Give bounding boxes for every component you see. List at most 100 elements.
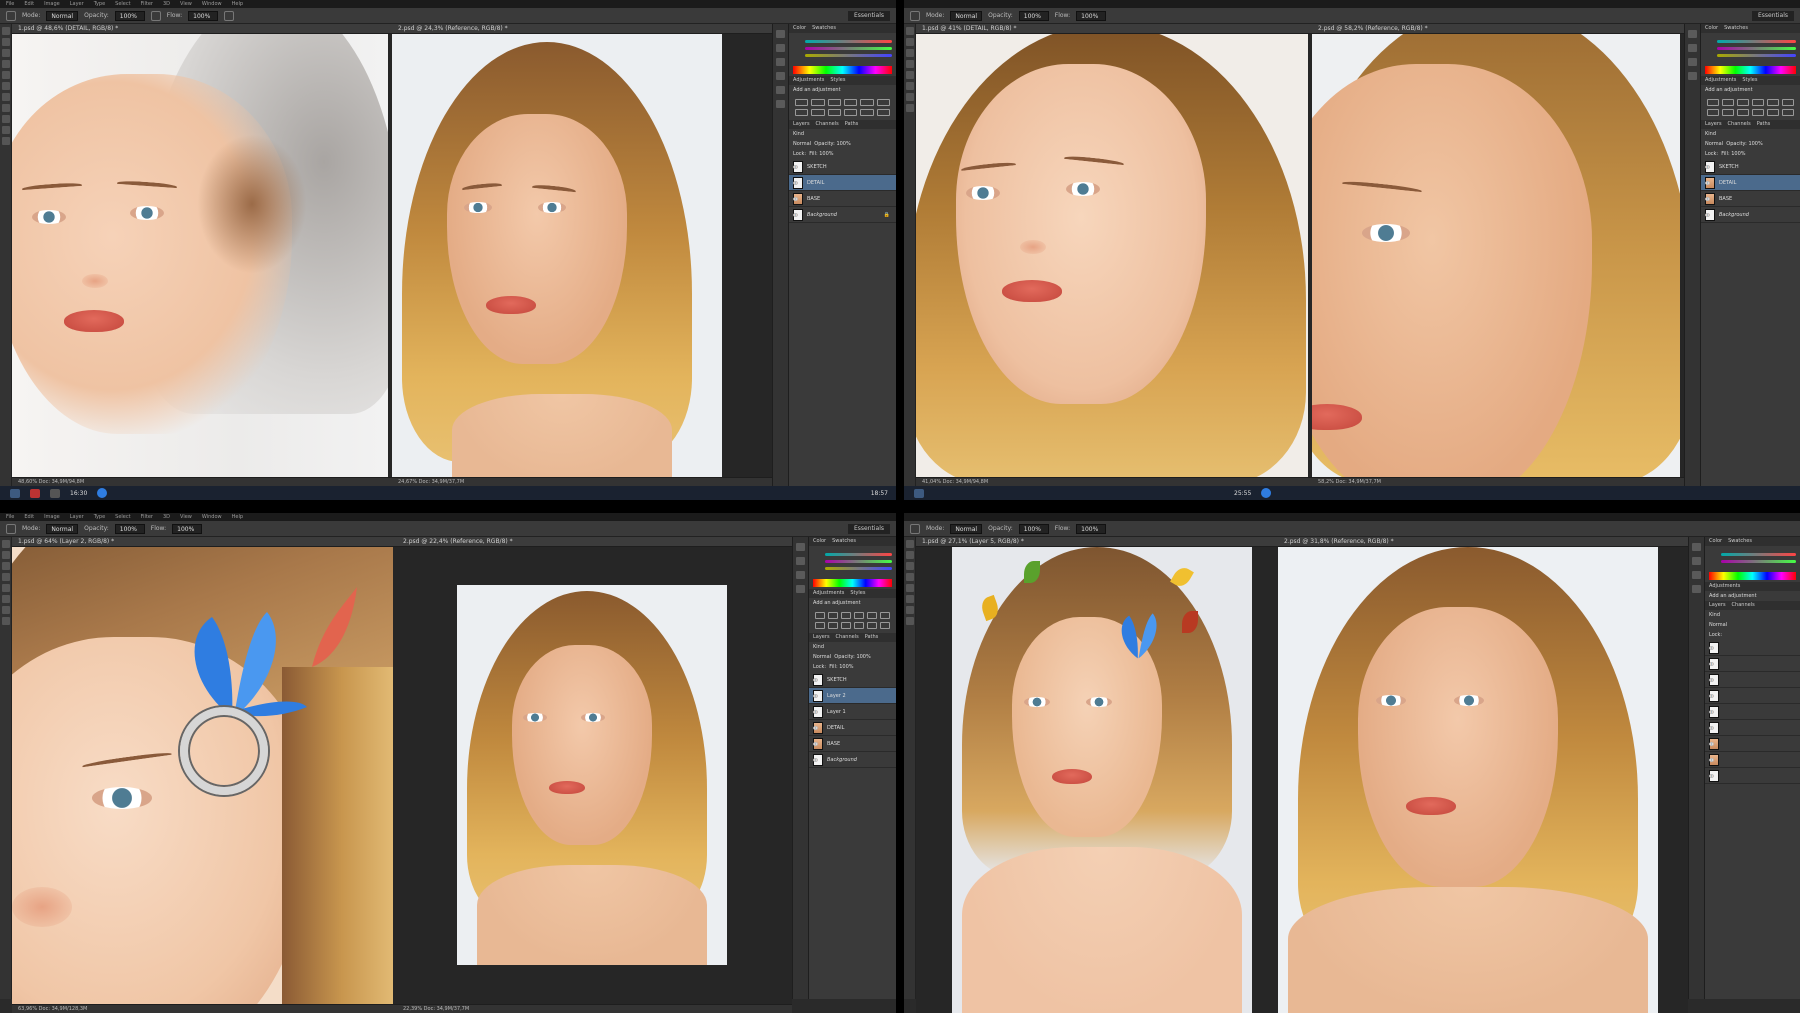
blend-mode-select[interactable]: Normal xyxy=(813,654,831,660)
crop-tool-icon[interactable] xyxy=(906,573,914,581)
balance-icon[interactable] xyxy=(1722,109,1734,116)
reference-canvas[interactable] xyxy=(392,34,722,477)
text-tool-icon[interactable] xyxy=(2,606,10,614)
painting-canvas[interactable] xyxy=(952,547,1252,1013)
layer-kind-select[interactable]: Kind xyxy=(813,644,824,650)
visibility-eye-icon[interactable] xyxy=(1709,725,1714,730)
photo-filter-icon[interactable] xyxy=(854,622,864,629)
zoom-tool-icon[interactable] xyxy=(906,104,914,112)
visibility-eye-icon[interactable] xyxy=(1709,741,1714,746)
lasso-tool-icon[interactable] xyxy=(906,562,914,570)
tab-layers[interactable]: Layers xyxy=(1709,601,1726,610)
green-slider[interactable] xyxy=(1721,560,1796,563)
visibility-eye-icon[interactable] xyxy=(793,212,798,217)
marquee-tool-icon[interactable] xyxy=(906,551,914,559)
color-spectrum[interactable] xyxy=(793,66,892,74)
green-slider[interactable] xyxy=(805,47,892,50)
layer-row-sketch[interactable]: SKETCH xyxy=(809,672,896,688)
fill-field[interactable]: 100% xyxy=(819,151,833,157)
menu-edit[interactable]: Edit xyxy=(24,1,34,7)
tab-channels[interactable]: Channels xyxy=(836,633,859,642)
visibility-eye-icon[interactable] xyxy=(813,693,818,698)
workspace-select[interactable]: Essentials xyxy=(847,10,890,21)
fill-field[interactable]: 100% xyxy=(1731,151,1745,157)
brightness-icon[interactable] xyxy=(815,612,825,619)
bw-icon[interactable] xyxy=(841,622,851,629)
tab-swatches[interactable]: Swatches xyxy=(1724,24,1748,33)
document-tab[interactable]: 2.psd @ 58,2% (Reference, RGB/8) * xyxy=(1312,24,1684,34)
tab-channels[interactable]: Channels xyxy=(816,120,839,129)
document-tab[interactable]: 1.psd @ 48,6% (DETAIL, RGB/8) * xyxy=(12,24,392,34)
tab-channels[interactable]: Channels xyxy=(1728,120,1751,129)
red-slider[interactable] xyxy=(1721,553,1796,556)
layer-row[interactable] xyxy=(1705,656,1800,672)
tab-swatches[interactable]: Swatches xyxy=(812,24,836,33)
character-icon[interactable] xyxy=(1692,585,1701,593)
eraser-tool-icon[interactable] xyxy=(2,595,10,603)
move-tool-icon[interactable] xyxy=(906,27,914,35)
lasso-tool-icon[interactable] xyxy=(906,49,914,57)
vibrance-icon[interactable] xyxy=(1767,99,1779,106)
tab-color[interactable]: Color xyxy=(813,537,826,546)
visibility-eye-icon[interactable] xyxy=(1705,180,1710,185)
opacity-field[interactable]: 100% xyxy=(114,10,145,21)
tab-styles[interactable]: Styles xyxy=(850,589,865,598)
eyedropper-tool-icon[interactable] xyxy=(2,71,10,79)
history-icon[interactable] xyxy=(1688,30,1697,38)
layer-row-background[interactable]: Background 🔒 xyxy=(789,207,896,223)
reference-canvas[interactable] xyxy=(457,585,727,965)
curves-icon[interactable] xyxy=(827,99,841,106)
blend-mode-select[interactable]: Normal xyxy=(793,141,811,147)
tab-paths[interactable]: Paths xyxy=(865,633,879,642)
media-app-icon[interactable] xyxy=(50,488,60,498)
brush-tool-icon[interactable] xyxy=(2,82,10,90)
layer-kind-select[interactable]: Kind xyxy=(1709,612,1720,618)
document-tab[interactable]: 2.psd @ 24,3% (Reference, RGB/8) * xyxy=(392,24,772,34)
bw-icon[interactable] xyxy=(1737,109,1749,116)
photoshop-app-icon[interactable] xyxy=(10,488,20,498)
layer-row-background[interactable]: Background xyxy=(809,752,896,768)
visibility-eye-icon[interactable] xyxy=(1709,677,1714,682)
mixer-icon[interactable] xyxy=(867,622,877,629)
play-button-icon[interactable] xyxy=(1261,488,1272,498)
layer-kind-select[interactable]: Kind xyxy=(793,131,804,137)
tab-adjustments[interactable]: Adjustments xyxy=(1705,76,1736,85)
menu-window[interactable]: Window xyxy=(202,514,222,520)
bw-icon[interactable] xyxy=(827,109,841,116)
mode-select[interactable]: Normal xyxy=(46,523,79,534)
text-tool-icon[interactable] xyxy=(906,93,914,101)
tab-styles[interactable]: Styles xyxy=(830,76,845,85)
menu-type[interactable]: Type xyxy=(94,1,105,7)
brush-preset-icon[interactable] xyxy=(910,10,920,21)
lasso-tool-icon[interactable] xyxy=(2,562,10,570)
layer-row-detail[interactable]: DETAIL xyxy=(1701,175,1800,191)
character-icon[interactable] xyxy=(1688,72,1697,80)
tab-color[interactable]: Color xyxy=(793,24,806,33)
red-slider[interactable] xyxy=(805,40,892,43)
character-icon[interactable] xyxy=(776,86,785,94)
crop-tool-icon[interactable] xyxy=(2,60,10,68)
layer-row[interactable] xyxy=(1705,768,1800,784)
tab-swatches[interactable]: Swatches xyxy=(832,537,856,546)
airbrush-icon[interactable] xyxy=(224,10,235,21)
menu-image[interactable]: Image xyxy=(44,514,60,520)
marquee-tool-icon[interactable] xyxy=(2,38,10,46)
tab-layers[interactable]: Layers xyxy=(813,633,830,642)
layer-row[interactable] xyxy=(1705,736,1800,752)
mode-select[interactable]: Normal xyxy=(46,10,79,21)
menu-type[interactable]: Type xyxy=(94,514,105,520)
text-tool-icon[interactable] xyxy=(2,115,10,123)
tab-layers[interactable]: Layers xyxy=(1705,120,1722,129)
visibility-eye-icon[interactable] xyxy=(1709,709,1714,714)
smudge-tool-icon[interactable] xyxy=(2,104,10,112)
green-slider[interactable] xyxy=(825,560,892,563)
paragraph-icon[interactable] xyxy=(776,100,785,108)
eraser-tool-icon[interactable] xyxy=(906,82,914,90)
brightness-icon[interactable] xyxy=(1707,99,1719,106)
menu-layer[interactable]: Layer xyxy=(70,514,84,520)
red-slider[interactable] xyxy=(1717,40,1796,43)
tab-channels[interactable]: Channels xyxy=(1732,601,1755,610)
brush-panel-icon[interactable] xyxy=(796,571,805,579)
reference-canvas[interactable] xyxy=(1278,547,1658,1013)
menu-filter[interactable]: Filter xyxy=(141,1,153,7)
